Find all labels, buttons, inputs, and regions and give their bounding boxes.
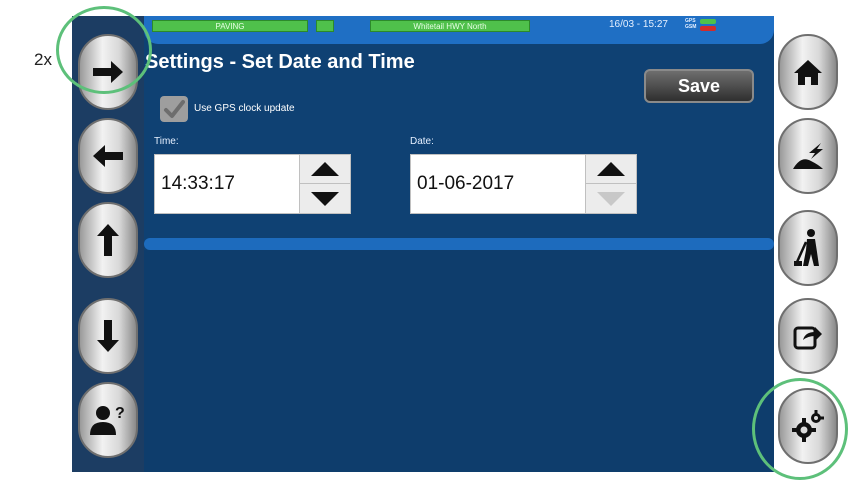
gps-clock-checkbox[interactable] [160,96,188,122]
export-icon [793,326,822,350]
triangle-up-icon [311,162,339,176]
arrow-left-icon [93,145,123,167]
paving-job-button[interactable] [778,118,838,194]
check-icon [164,100,185,118]
help-button[interactable]: ? [78,382,138,458]
status-bar: PAVING Whitetail HWY North 16/03 - 15:27… [144,16,774,44]
triangle-down-icon [597,191,625,206]
date-field[interactable]: 01-06-2017 [410,154,586,214]
gsm-status-bar [700,26,716,31]
time-increment-button[interactable] [300,155,350,184]
user-help-icon: ? [90,405,125,435]
date-stepper [585,154,637,214]
highlight-ring-settings [752,378,848,480]
gps-gsm-labels: GPS GSM [685,18,696,30]
device-screen: PAVING Whitetail HWY North 16/03 - 15:27… [72,16,774,472]
back-button[interactable] [78,118,138,194]
highlight-ring-next [56,6,152,94]
page-title: Settings - Set Date and Time [145,51,415,73]
gps-status-bar [700,19,716,24]
home-icon [794,60,822,85]
time-label: Time: [154,136,179,147]
time-stepper [299,154,351,214]
triangle-up-icon [597,162,625,176]
date-increment-button[interactable] [586,155,636,184]
scroll-down-button[interactable] [78,298,138,374]
status-clock: 16/03 - 15:27 [609,19,668,30]
arrow-down-icon [97,320,119,352]
home-button[interactable] [778,34,838,110]
paving-job-icon [793,143,823,169]
zoom-annotation: 2x [34,50,52,69]
date-label: Date: [410,136,434,147]
arrow-up-icon [97,224,119,256]
triangle-down-icon [311,191,339,206]
gsm-label: GSM [685,24,697,30]
link-indicator [316,20,334,32]
section-divider [144,238,774,250]
operator-button[interactable] [778,210,838,286]
save-button[interactable]: Save [644,69,754,103]
date-decrement-button[interactable] [586,184,636,213]
gps-clock-label: Use GPS clock update [194,103,295,114]
time-field[interactable]: 14:33:17 [154,154,300,214]
road-name-indicator: Whitetail HWY North [370,20,530,32]
scroll-up-button[interactable] [78,202,138,278]
worker-icon [794,229,819,266]
svg-text:?: ? [115,405,125,422]
export-button[interactable] [778,298,838,374]
time-decrement-button[interactable] [300,184,350,213]
mode-indicator: PAVING [152,20,308,32]
content-area [144,250,774,472]
